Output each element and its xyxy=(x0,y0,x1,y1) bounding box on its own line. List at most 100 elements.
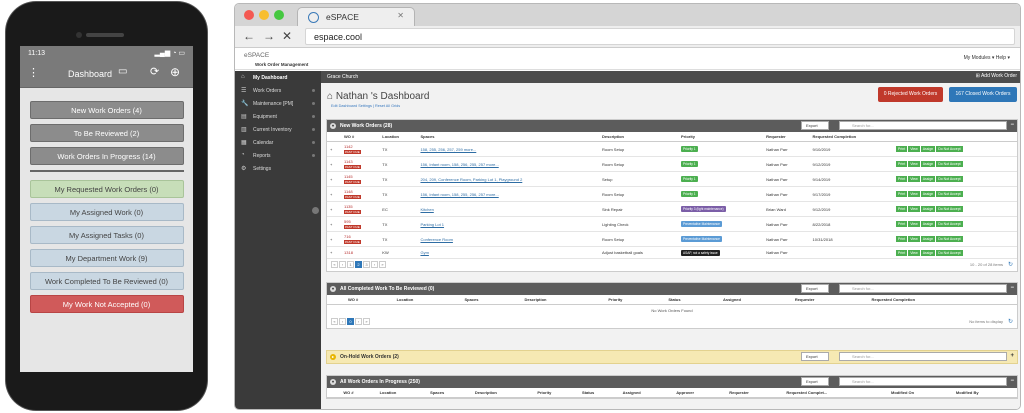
row-action-button[interactable]: Assign xyxy=(920,236,936,242)
table-row[interactable]: +1145 PAST DUE TX 204, 209, Conference Room… xyxy=(327,171,1017,187)
row-action-button[interactable]: View xyxy=(908,221,920,227)
page-button[interactable]: 1 xyxy=(347,261,354,268)
column-header[interactable]: Approver xyxy=(673,388,727,398)
rejected-work-orders-button[interactable]: 0 Rejected Work Orders xyxy=(878,87,943,102)
refresh-icon[interactable]: ↻ xyxy=(1008,261,1013,268)
row-action-button[interactable]: Print xyxy=(895,161,908,167)
search-input[interactable]: Search for... xyxy=(839,377,1007,386)
expand-dot-icon[interactable] xyxy=(312,89,315,92)
refresh-icon[interactable]: ↻ xyxy=(1008,318,1013,325)
table-row[interactable]: +1148 PAST DUE TX 156, Infant room, 158, 25… xyxy=(327,186,1017,202)
phone-menu-button[interactable]: My Assigned Tasks (0) xyxy=(29,226,184,244)
wo-number[interactable]: 1148 xyxy=(344,189,376,194)
column-header[interactable]: Spaces xyxy=(417,132,599,142)
expand-row-icon[interactable]: + xyxy=(327,186,342,202)
row-action-button[interactable]: Do Not Accept xyxy=(936,161,963,167)
tab-close-icon[interactable]: ✕ xyxy=(397,11,404,20)
first-page-button[interactable]: « xyxy=(331,318,338,325)
expand-panel-icon[interactable]: + xyxy=(1010,353,1014,359)
panel-toggle-icon[interactable]: ▾ xyxy=(330,379,336,385)
row-action-button[interactable]: View xyxy=(908,191,920,197)
expand-dot-icon[interactable] xyxy=(312,115,315,118)
prev-page-button[interactable]: ‹ xyxy=(339,318,346,325)
sidebar-item[interactable]: ▦ Calendar xyxy=(235,136,321,149)
collapse-panel-icon[interactable]: − xyxy=(1010,378,1014,384)
column-header[interactable]: Priority xyxy=(677,132,764,142)
add-circle-icon[interactable]: ⊕ xyxy=(170,66,180,78)
browser-tab[interactable]: eSPACE ✕ xyxy=(297,7,415,26)
row-action-button[interactable]: View xyxy=(908,249,920,256)
table-row[interactable]: +595 PAST DUE TX Parking Lot 1 Lighting Chec… xyxy=(327,216,1017,232)
expand-row-icon[interactable]: + xyxy=(327,171,342,187)
column-header[interactable]: Location xyxy=(376,388,428,398)
next-page-button[interactable]: › xyxy=(371,261,378,268)
spaces-link[interactable]: 156, Infant room, 158, 256, 255, 257 mor… xyxy=(420,162,498,167)
row-action-button[interactable]: Do Not Accept xyxy=(936,236,963,242)
phone-menu-button[interactable]: My Department Work (9) xyxy=(29,249,184,267)
column-header[interactable]: Location xyxy=(393,295,462,305)
wo-number[interactable]: 716 xyxy=(344,234,376,239)
expand-row-icon[interactable]: + xyxy=(327,141,342,157)
page-button[interactable]: 2 xyxy=(355,261,362,268)
search-input[interactable]: Search for... xyxy=(839,284,1007,293)
row-action-button[interactable]: Do Not Accept xyxy=(936,191,963,197)
phone-menu-button[interactable]: My Requested Work Orders (0) xyxy=(29,180,184,198)
last-page-button[interactable]: » xyxy=(379,261,386,268)
row-action-button[interactable]: Do Not Accept xyxy=(936,206,963,212)
spaces-link[interactable]: Conference Room xyxy=(420,237,452,242)
column-header[interactable]: WO # xyxy=(340,388,377,398)
row-action-button[interactable]: Do Not Accept xyxy=(936,146,963,152)
row-action-button[interactable]: Assign xyxy=(920,206,936,212)
export-button[interactable]: Export xyxy=(801,377,829,386)
row-action-button[interactable]: Assign xyxy=(920,191,936,197)
column-header[interactable]: WO # xyxy=(344,295,394,305)
column-header[interactable]: Description xyxy=(471,388,535,398)
search-input[interactable]: Search for... xyxy=(839,121,1007,130)
minimize-window-icon[interactable] xyxy=(259,10,269,20)
export-button[interactable]: Export xyxy=(801,352,829,361)
panel-toggle-icon[interactable]: ▾ xyxy=(330,123,336,129)
phone-menu-button[interactable]: My Work Not Accepted (0) xyxy=(29,295,184,313)
column-header[interactable]: Requester xyxy=(763,132,810,142)
sidebar-item[interactable]: ☰ Work Orders xyxy=(235,84,321,97)
phone-menu-button[interactable]: Work Orders In Progress (14) xyxy=(29,147,184,165)
sidebar-item[interactable]: ▤ Equipment xyxy=(235,110,321,123)
add-work-order-button[interactable]: ⊞ Add Work Order xyxy=(976,73,1017,79)
wo-number[interactable]: 1142 xyxy=(344,144,376,149)
sidebar-item[interactable]: 🔧 Maintenance [PM] xyxy=(235,97,321,110)
table-row[interactable]: +1135 PAST DUE EC Kitchen Sink Repair Priorit… xyxy=(327,201,1017,217)
row-action-button[interactable]: Print xyxy=(895,191,908,197)
row-action-button[interactable]: Print xyxy=(895,146,908,152)
column-header[interactable]: Status xyxy=(578,388,620,398)
table-row[interactable]: +716 PAST DUE TX Conference Room Room Setup P… xyxy=(327,231,1017,247)
row-action-button[interactable]: Assign xyxy=(920,176,936,182)
column-header[interactable]: Priority xyxy=(534,388,579,398)
page-button[interactable]: 3 xyxy=(363,261,370,268)
spaces-link[interactable]: Parking Lot 1 xyxy=(420,222,444,227)
expand-row-icon[interactable]: + xyxy=(327,246,342,259)
row-action-button[interactable]: Print xyxy=(895,249,908,256)
row-action-button[interactable]: Assign xyxy=(920,161,936,167)
expand-dot-icon[interactable] xyxy=(312,141,315,144)
phone-menu-button[interactable]: To Be Reviewed (2) xyxy=(29,124,184,142)
wo-number[interactable]: 1143 xyxy=(344,159,376,164)
row-action-button[interactable]: Do Not Accept xyxy=(936,221,963,227)
row-action-button[interactable]: Do Not Accept xyxy=(936,249,963,256)
collapse-panel-icon[interactable]: − xyxy=(1010,285,1014,291)
row-action-button[interactable]: Print xyxy=(895,176,908,182)
column-header[interactable]: Requested Completion xyxy=(868,295,1017,305)
panel-toggle-icon[interactable]: ▸ xyxy=(330,354,336,360)
row-action-button[interactable]: Print xyxy=(895,206,908,212)
column-header[interactable]: Priority xyxy=(605,295,666,305)
dashboard-links[interactable]: Edit Dashboard Settings | Reset All Grid… xyxy=(331,104,400,108)
sidebar-item[interactable]: ⚙ Settings xyxy=(235,162,321,175)
row-action-button[interactable]: View xyxy=(908,206,920,212)
stop-icon[interactable]: ✕ xyxy=(282,29,292,43)
sidebar-item[interactable]: ⌂ My Dashboard xyxy=(235,71,321,84)
row-action-button[interactable]: Assign xyxy=(920,249,936,256)
more-vertical-icon[interactable]: ⋮ xyxy=(28,68,39,79)
column-header[interactable]: Spaces xyxy=(427,388,472,398)
expand-row-icon[interactable]: + xyxy=(327,156,342,172)
row-action-button[interactable]: Assign xyxy=(920,221,936,227)
wo-number[interactable]: 595 xyxy=(344,219,376,224)
